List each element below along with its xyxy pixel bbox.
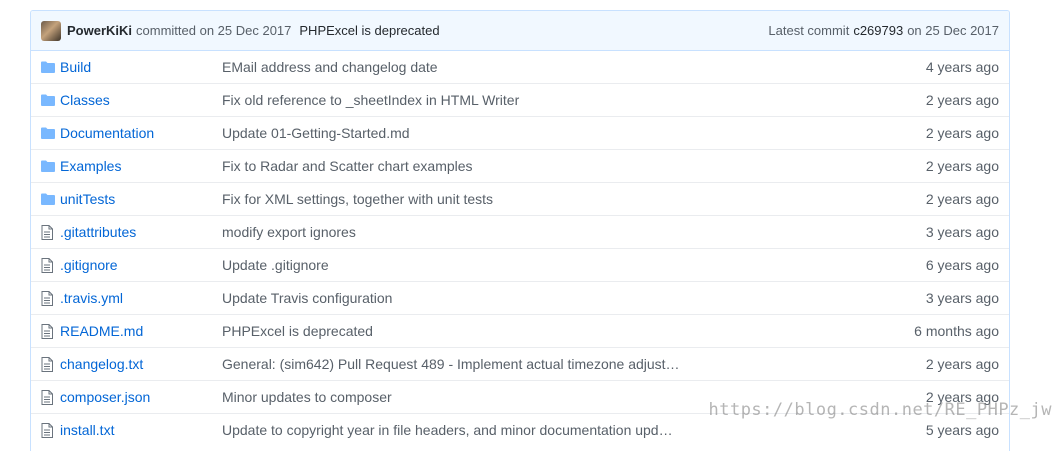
commit-date-text: committed on 25 Dec 2017 bbox=[136, 23, 291, 38]
file-row[interactable]: Classes Fix old reference to _sheetIndex… bbox=[31, 83, 1009, 116]
file-commit-message[interactable]: General: (sim642) Pull Request 489 - Imp… bbox=[222, 356, 889, 372]
file-commit-message[interactable]: Fix old reference to _sheetIndex in HTML… bbox=[222, 92, 889, 108]
file-icon bbox=[41, 390, 60, 405]
file-commit-message[interactable]: EMail address and changelog date bbox=[222, 59, 889, 75]
file-age: 6 months ago bbox=[889, 323, 999, 339]
file-age: 3 years ago bbox=[889, 224, 999, 240]
file-commit-message[interactable]: modify export ignores bbox=[222, 224, 889, 240]
file-commit-message[interactable]: PHPExcel is deprecated bbox=[222, 323, 889, 339]
file-row[interactable]: changelog.txt General: (sim642) Pull Req… bbox=[31, 347, 1009, 380]
file-row[interactable]: unitTests Fix for XML settings, together… bbox=[31, 182, 1009, 215]
folder-icon bbox=[41, 160, 60, 172]
file-age: 6 years ago bbox=[889, 257, 999, 273]
file-name-link[interactable]: composer.json bbox=[60, 389, 222, 405]
latest-commit-label: Latest commit bbox=[768, 23, 849, 38]
file-name-link[interactable]: .gitattributes bbox=[60, 224, 222, 240]
file-age: 5 years ago bbox=[889, 422, 999, 438]
file-commit-message[interactable]: Update to copyright year in file headers… bbox=[222, 422, 889, 438]
file-row[interactable]: .gitignore Update .gitignore 6 years ago bbox=[31, 248, 1009, 281]
file-name-link[interactable]: README.md bbox=[60, 323, 222, 339]
file-name-link[interactable]: unitTests bbox=[60, 191, 222, 207]
folder-icon bbox=[41, 193, 60, 205]
file-age: 2 years ago bbox=[889, 92, 999, 108]
commit-sha[interactable]: c269793 bbox=[853, 23, 903, 38]
file-age: 3 years ago bbox=[889, 290, 999, 306]
file-name-link[interactable]: Build bbox=[60, 59, 222, 75]
file-icon bbox=[41, 225, 60, 240]
avatar[interactable] bbox=[41, 21, 61, 41]
file-icon bbox=[41, 357, 60, 372]
file-age: 2 years ago bbox=[889, 191, 999, 207]
file-name-link[interactable]: install.txt bbox=[60, 422, 222, 438]
commit-message[interactable]: PHPExcel is deprecated bbox=[299, 23, 439, 38]
file-row[interactable]: README.md PHPExcel is deprecated 6 month… bbox=[31, 314, 1009, 347]
file-commit-message[interactable]: Fix for XML settings, together with unit… bbox=[222, 191, 889, 207]
file-browser-panel: PowerKiKi committed on 25 Dec 2017 PHPEx… bbox=[30, 10, 1010, 451]
file-age: 2 years ago bbox=[889, 125, 999, 141]
file-icon bbox=[41, 291, 60, 306]
folder-icon bbox=[41, 127, 60, 139]
file-icon bbox=[41, 324, 60, 339]
file-list: Build EMail address and changelog date 4… bbox=[31, 51, 1009, 446]
folder-icon bbox=[41, 61, 60, 73]
file-age: 2 years ago bbox=[889, 158, 999, 174]
file-icon bbox=[41, 258, 60, 273]
file-commit-message[interactable]: Update 01-Getting-Started.md bbox=[222, 125, 889, 141]
file-row[interactable]: .travis.yml Update Travis configuration … bbox=[31, 281, 1009, 314]
file-commit-message[interactable]: Update Travis configuration bbox=[222, 290, 889, 306]
file-icon bbox=[41, 423, 60, 438]
file-age: 2 years ago bbox=[889, 356, 999, 372]
file-name-link[interactable]: Documentation bbox=[60, 125, 222, 141]
file-name-link[interactable]: .gitignore bbox=[60, 257, 222, 273]
file-age: 4 years ago bbox=[889, 59, 999, 75]
file-row[interactable]: Build EMail address and changelog date 4… bbox=[31, 51, 1009, 83]
file-row[interactable]: Documentation Update 01-Getting-Started.… bbox=[31, 116, 1009, 149]
commit-author[interactable]: PowerKiKi bbox=[67, 23, 132, 38]
file-commit-message[interactable]: Update .gitignore bbox=[222, 257, 889, 273]
folder-icon bbox=[41, 94, 60, 106]
file-name-link[interactable]: .travis.yml bbox=[60, 290, 222, 306]
file-commit-message[interactable]: Fix to Radar and Scatter chart examples bbox=[222, 158, 889, 174]
file-name-link[interactable]: Classes bbox=[60, 92, 222, 108]
latest-commit-date: on 25 Dec 2017 bbox=[907, 23, 999, 38]
watermark: https://blog.csdn.net/RE_PHPz_jw bbox=[708, 400, 1052, 420]
file-name-link[interactable]: changelog.txt bbox=[60, 356, 222, 372]
file-name-link[interactable]: Examples bbox=[60, 158, 222, 174]
file-row[interactable]: .gitattributes modify export ignores 3 y… bbox=[31, 215, 1009, 248]
latest-commit-bar: PowerKiKi committed on 25 Dec 2017 PHPEx… bbox=[31, 11, 1009, 51]
file-row[interactable]: Examples Fix to Radar and Scatter chart … bbox=[31, 149, 1009, 182]
